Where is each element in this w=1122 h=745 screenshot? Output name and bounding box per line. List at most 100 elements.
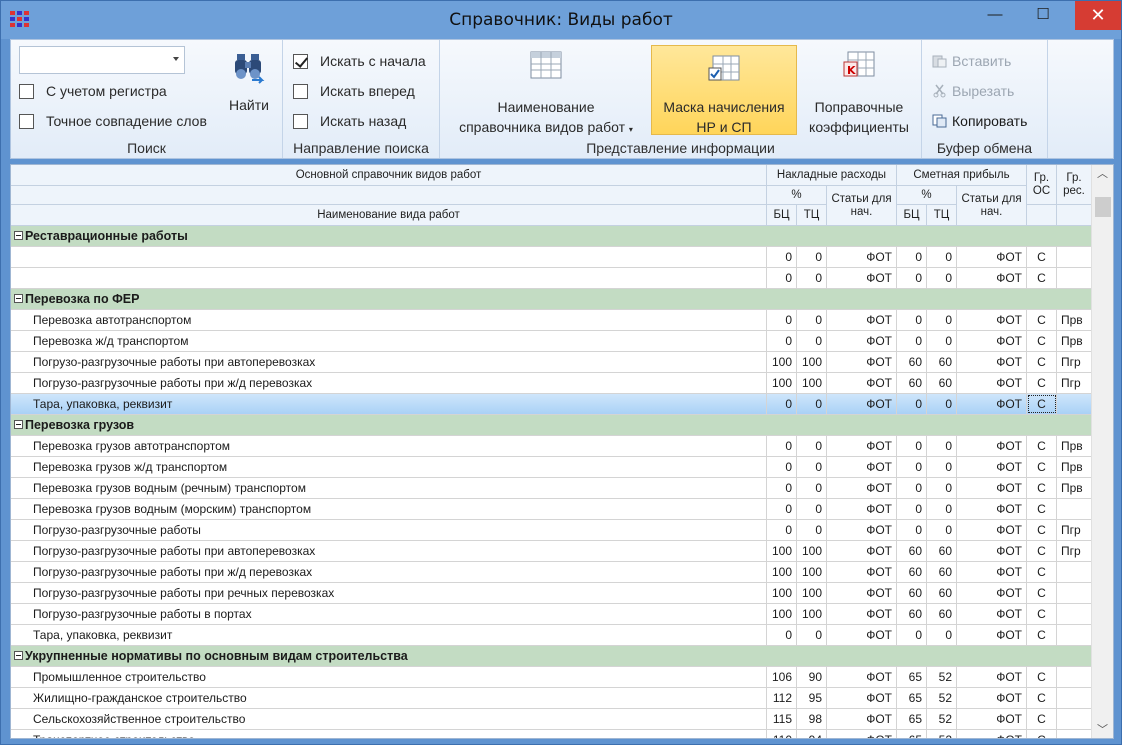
match-case-checkbox[interactable]: С учетом регистра: [19, 81, 167, 101]
cell-res[interactable]: [1057, 730, 1092, 738]
cell-tc2[interactable]: 0: [927, 247, 957, 267]
cell-name[interactable]: Перевозка грузов водным (речным) транспо…: [11, 478, 767, 498]
vertical-scrollbar[interactable]: ︿ ﹀: [1091, 165, 1113, 738]
table-row[interactable]: 0 0 ФОТ 0 0 ФОТ С: [11, 247, 1092, 268]
cell-os[interactable]: С: [1027, 625, 1057, 645]
cell-bc1[interactable]: 110: [767, 730, 797, 738]
cell-art2[interactable]: ФОТ: [957, 478, 1027, 498]
group-row[interactable]: Укрупненные нормативы по основным видам …: [11, 646, 1092, 667]
cell-res[interactable]: [1057, 709, 1092, 729]
cell-os[interactable]: С: [1027, 247, 1057, 267]
cell-tc1[interactable]: 0: [797, 520, 827, 540]
cell-art2[interactable]: ФОТ: [957, 457, 1027, 477]
table-row[interactable]: Перевозка грузов водным (морским) трансп…: [11, 499, 1092, 520]
forward-checkbox[interactable]: Искать вперед: [293, 81, 415, 101]
table-row[interactable]: Жилищно-гражданское строительство 112 95 ФО…: [11, 688, 1092, 709]
cell-bc1[interactable]: 0: [767, 520, 797, 540]
cell-art2[interactable]: ФОТ: [957, 541, 1027, 561]
cell-os[interactable]: С: [1027, 436, 1057, 456]
cell-tc1[interactable]: 100: [797, 604, 827, 624]
cell-bc2[interactable]: 0: [897, 499, 927, 519]
cell-name[interactable]: Погрузо-разгрузочные работы при автопере…: [11, 352, 767, 372]
table-row[interactable]: Перевозка грузов автотранспортом 0 0 ФОТ 0 0 Ф…: [11, 436, 1092, 457]
cell-bc1[interactable]: 0: [767, 331, 797, 351]
cell-tc1[interactable]: 0: [797, 394, 827, 414]
cell-name[interactable]: Перевозка грузов автотранспортом: [11, 436, 767, 456]
cell-tc1[interactable]: 0: [797, 268, 827, 288]
header-overhead-tc[interactable]: ТЦ: [797, 205, 827, 226]
cell-os[interactable]: С: [1027, 583, 1057, 603]
cell-art1[interactable]: ФОТ: [827, 457, 897, 477]
table-row[interactable]: Перевозка автотранспортом 0 0 ФОТ 0 0 ФОТ С Прв: [11, 310, 1092, 331]
cell-os[interactable]: С: [1027, 667, 1057, 687]
cell-tc1[interactable]: 100: [797, 352, 827, 372]
cell-bc2[interactable]: 60: [897, 373, 927, 393]
table-row[interactable]: Тара, упаковка, реквизит 0 0 ФОТ 0 0 ФОТ С: [11, 625, 1092, 646]
cell-bc2[interactable]: 60: [897, 562, 927, 582]
cell-tc2[interactable]: 60: [927, 352, 957, 372]
table-row[interactable]: Перевозка грузов ж/д транспортом 0 0 ФОТ 0 0 Ф…: [11, 457, 1092, 478]
cell-res[interactable]: [1057, 625, 1092, 645]
cell-art1[interactable]: ФОТ: [827, 352, 897, 372]
cell-art1[interactable]: ФОТ: [827, 478, 897, 498]
table-row[interactable]: Погрузо-разгрузочные работы при речных п…: [11, 583, 1092, 604]
cell-res[interactable]: Прв: [1057, 478, 1092, 498]
header-profit[interactable]: Сметная прибыль: [897, 165, 1027, 186]
table-row[interactable]: Промышленное строительство 106 90 ФОТ 65 52 ФО…: [11, 667, 1092, 688]
cell-bc1[interactable]: 100: [767, 604, 797, 624]
header-name[interactable]: Наименование вида работ: [11, 205, 767, 226]
cell-res[interactable]: [1057, 604, 1092, 624]
cell-art2[interactable]: ФОТ: [957, 352, 1027, 372]
scroll-up-icon[interactable]: ︿: [1092, 165, 1113, 182]
cell-name[interactable]: Жилищно-гражданское строительство: [11, 688, 767, 708]
search-combo[interactable]: [19, 46, 185, 74]
cell-art1[interactable]: ФОТ: [827, 373, 897, 393]
cell-tc2[interactable]: 60: [927, 562, 957, 582]
cell-tc2[interactable]: 60: [927, 541, 957, 561]
cell-bc2[interactable]: 0: [897, 394, 927, 414]
cell-name[interactable]: Перевозка автотранспортом: [11, 310, 767, 330]
cell-res[interactable]: Прв: [1057, 457, 1092, 477]
cell-art2[interactable]: ФОТ: [957, 562, 1027, 582]
cell-tc1[interactable]: 0: [797, 499, 827, 519]
cell-bc2[interactable]: 60: [897, 583, 927, 603]
cell-bc2[interactable]: 65: [897, 730, 927, 738]
header-profit-tc[interactable]: ТЦ: [927, 205, 957, 226]
table-row[interactable]: Погрузо-разгрузочные работы при ж/д пере…: [11, 562, 1092, 583]
cell-art1[interactable]: ФОТ: [827, 730, 897, 738]
cell-name[interactable]: Транспортное строительство: [11, 730, 767, 738]
table-row[interactable]: Перевозка грузов водным (речным) транспо…: [11, 478, 1092, 499]
cell-name[interactable]: Перевозка ж/д транспортом: [11, 331, 767, 351]
cell-tc1[interactable]: 90: [797, 667, 827, 687]
cell-art2[interactable]: ФОТ: [957, 583, 1027, 603]
cell-res[interactable]: Прв: [1057, 436, 1092, 456]
cell-tc1[interactable]: 100: [797, 373, 827, 393]
cell-os[interactable]: С: [1027, 310, 1057, 330]
cell-art2[interactable]: ФОТ: [957, 730, 1027, 738]
header-gr-res[interactable]: Гр. рес.: [1057, 165, 1092, 205]
cell-tc1[interactable]: 98: [797, 709, 827, 729]
cell-bc1[interactable]: 100: [767, 583, 797, 603]
cell-art1[interactable]: ФОТ: [827, 268, 897, 288]
cell-art1[interactable]: ФОТ: [827, 436, 897, 456]
cell-os[interactable]: С: [1027, 352, 1057, 372]
cell-os[interactable]: С: [1027, 604, 1057, 624]
cut-button[interactable]: Вырезать: [932, 81, 1014, 101]
cell-res[interactable]: Пгр: [1057, 541, 1092, 561]
copy-button[interactable]: Копировать: [932, 111, 1027, 131]
cell-res[interactable]: [1057, 394, 1092, 414]
table-row[interactable]: Погрузо-разгрузочные работы при ж/д пере…: [11, 373, 1092, 394]
cell-bc1[interactable]: 115: [767, 709, 797, 729]
cell-os[interactable]: С: [1027, 394, 1057, 414]
cell-bc1[interactable]: 0: [767, 394, 797, 414]
cell-res[interactable]: [1057, 562, 1092, 582]
cell-art1[interactable]: ФОТ: [827, 583, 897, 603]
cell-tc2[interactable]: 52: [927, 730, 957, 738]
find-button[interactable]: Найти: [219, 50, 279, 116]
cell-bc1[interactable]: 100: [767, 352, 797, 372]
cell-os[interactable]: С: [1027, 730, 1057, 738]
cell-res[interactable]: [1057, 688, 1092, 708]
cell-os[interactable]: С: [1027, 688, 1057, 708]
cell-art1[interactable]: ФОТ: [827, 562, 897, 582]
header-profit-bc[interactable]: БЦ: [897, 205, 927, 226]
